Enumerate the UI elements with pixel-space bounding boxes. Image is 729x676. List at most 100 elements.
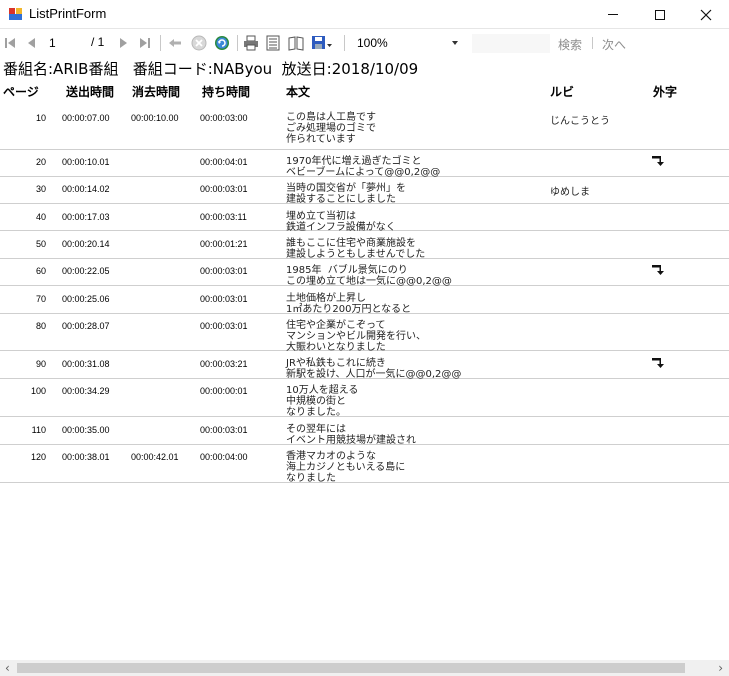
table-row: 80 00:00:28.07 00:00:03:01 住宅や企業がこぞって マンション… <box>0 313 729 353</box>
page-cell: 50 <box>35 239 46 249</box>
hold-time-cell: 00:00:03:00 <box>200 113 248 123</box>
maximize-icon <box>655 9 665 20</box>
report-toolbar: 1 / 1 100% 検索 次へ <box>0 31 729 55</box>
body-cell: その翌年には イベント用競技場が建設され <box>286 424 416 446</box>
out-time-cell: 00:00:22.05 <box>62 266 110 276</box>
out-time-cell: 00:00:20.14 <box>62 239 110 249</box>
refresh-icon[interactable] <box>214 35 230 51</box>
out-time-cell: 00:00:07.00 <box>62 113 110 123</box>
header-hold-time: 持ち時間 <box>202 85 251 99</box>
minimize-button[interactable] <box>590 0 636 29</box>
out-time-cell: 00:00:31.08 <box>62 359 110 369</box>
export-icon[interactable] <box>311 35 333 51</box>
table-row: 40 00:00:17.03 00:00:03:11 埋め立て当初は 鉄道インフラ設備… <box>0 204 729 233</box>
zoom-value: 100% <box>357 36 388 50</box>
table-row: 110 00:00:35.00 00:00:03:01 その翌年には イベント用競技場… <box>0 417 729 446</box>
hold-time-cell: 00:00:03:01 <box>200 184 248 194</box>
close-button[interactable] <box>683 0 729 29</box>
scroll-right-icon[interactable]: › <box>718 661 723 675</box>
find-next-link[interactable]: 次へ <box>602 36 626 53</box>
body-cell: 10万人を超える 中規模の街と なりました。 <box>286 385 359 418</box>
body-cell: 当時の国交省が「夢州」を 建設することにしました <box>286 183 406 205</box>
out-time-cell: 00:00:25.06 <box>62 294 110 304</box>
window-title: ListPrintForm <box>29 6 107 21</box>
scroll-left-icon[interactable]: ‹ <box>5 661 10 675</box>
table-row: 90 00:00:31.08 00:00:03:21 JRや私鉄もこれに続き 新駅を設… <box>0 351 729 380</box>
body-cell: 土地価格が上昇し 1㎡あたり200万円となると <box>286 293 412 315</box>
page-cell: 60 <box>35 266 46 276</box>
title-bar: ListPrintForm <box>0 0 729 29</box>
header-out-time: 送出時間 <box>66 85 115 99</box>
scrollbar-thumb[interactable] <box>17 663 685 673</box>
header-body: 本文 <box>286 85 311 99</box>
find-link[interactable]: 検索 <box>558 36 582 53</box>
page-cell: 80 <box>35 321 46 331</box>
print-layout-icon[interactable] <box>265 35 281 51</box>
table-row: 10 00:00:07.00 00:00:10.00 00:00:03:00 この島は人… <box>0 105 729 150</box>
page-cell: 10 <box>35 113 46 123</box>
body-cell: 住宅や企業がこぞって マンションやビル開発を行い、 大賑わいとなりました <box>286 320 426 353</box>
gaiji-arrow-icon <box>651 264 667 276</box>
header-ruby: ルビ <box>550 85 575 99</box>
current-page-input[interactable]: 1 <box>44 34 86 52</box>
maximize-button[interactable] <box>637 0 683 29</box>
table-row: 20 00:00:10.01 00:00:04:01 1970年代に増え過ぎたゴミと … <box>0 149 729 178</box>
find-text-input[interactable] <box>472 34 550 53</box>
out-time-cell: 00:00:35.00 <box>62 425 110 435</box>
ruby-cell: じんこうとう <box>550 116 610 127</box>
header-del-time: 消去時間 <box>132 85 181 99</box>
last-page-icon[interactable] <box>139 35 151 51</box>
first-page-icon[interactable] <box>4 35 16 51</box>
back-icon[interactable] <box>168 35 182 51</box>
gaiji-arrow-icon <box>651 357 667 369</box>
page-cell: 90 <box>35 359 46 369</box>
program-info-line: 番組名:ARIB番組 番組コード:NAByou 放送日:2018/10/09 <box>3 60 419 78</box>
out-time-cell: 00:00:14.02 <box>62 184 110 194</box>
del-time-cell: 00:00:10.00 <box>131 113 179 123</box>
page-cell: 70 <box>35 294 46 304</box>
close-icon <box>700 9 712 20</box>
gaiji-arrow-icon <box>651 155 667 167</box>
hold-time-cell: 00:00:04:01 <box>200 157 248 167</box>
hold-time-cell: 00:00:03:11 <box>200 212 247 222</box>
out-time-cell: 00:00:10.01 <box>62 157 110 167</box>
page-cell: 100 <box>30 386 46 396</box>
page-cell: 120 <box>30 452 46 462</box>
previous-page-icon[interactable] <box>26 35 38 51</box>
page-cell: 30 <box>35 184 46 194</box>
hold-time-cell: 00:00:03:01 <box>200 294 248 304</box>
table-row: 100 00:00:34.29 00:00:00:01 10万人を超える 中規模の街と… <box>0 378 729 418</box>
out-time-cell: 00:00:17.03 <box>62 212 110 222</box>
body-cell: 1985年 バブル景気にのり この埋め立て地は一気に@@0,2@@ <box>286 265 452 287</box>
chevron-down-icon <box>452 41 458 45</box>
page-cell: 20 <box>35 157 46 167</box>
table-row: 120 00:00:38.01 00:00:42.01 00:00:04:00 香港マカ… <box>0 444 729 484</box>
header-gaiji: 外字 <box>653 85 678 99</box>
table-row: 50 00:00:20.14 00:00:01:21 誰もここに住宅や商業施設を 建設… <box>0 231 729 260</box>
table-row: 60 00:00:22.05 00:00:03:01 1985年 バブル景気にのり こ… <box>0 258 729 287</box>
table-row: 30 00:00:14.02 00:00:03:01 当時の国交省が「夢州」を 建設す… <box>0 176 729 205</box>
out-time-cell: 00:00:28.07 <box>62 321 110 331</box>
total-pages: / 1 <box>91 35 105 49</box>
body-cell: 誰もここに住宅や商業施設を 建設しようともしませんでした <box>286 238 426 260</box>
hold-time-cell: 00:00:03:01 <box>200 321 248 331</box>
print-icon[interactable] <box>243 35 259 51</box>
hold-time-cell: 00:00:03:01 <box>200 266 248 276</box>
header-page: ページ <box>3 85 39 99</box>
body-cell: 埋め立て当初は 鉄道インフラ設備がなく <box>286 211 396 233</box>
out-time-cell: 00:00:34.29 <box>62 386 110 396</box>
horizontal-scrollbar[interactable]: ‹ › <box>0 660 729 676</box>
next-page-icon[interactable] <box>117 35 129 51</box>
table-row: 70 00:00:25.06 00:00:03:01 土地価格が上昇し 1㎡あたり20… <box>0 286 729 315</box>
zoom-select[interactable]: 100% <box>352 34 464 53</box>
body-cell: JRや私鉄もこれに続き 新駅を設け、人口が一気に@@0,2@@ <box>286 358 462 380</box>
page-setup-icon[interactable] <box>288 35 304 51</box>
ruby-cell: ゆめしま <box>550 187 590 198</box>
body-cell: この島は人工島です ごみ処理場のゴミで 作られています <box>286 112 376 145</box>
minimize-icon <box>608 14 618 15</box>
out-time-cell: 00:00:38.01 <box>62 452 110 462</box>
page-cell: 110 <box>31 425 46 435</box>
stop-icon[interactable] <box>191 35 207 51</box>
body-cell: 1970年代に増え過ぎたゴミと ベビーブームによって@@0,2@@ <box>286 156 441 178</box>
body-cell: 香港マカオのような 海上カジノともいえる島に なりました <box>286 451 406 484</box>
